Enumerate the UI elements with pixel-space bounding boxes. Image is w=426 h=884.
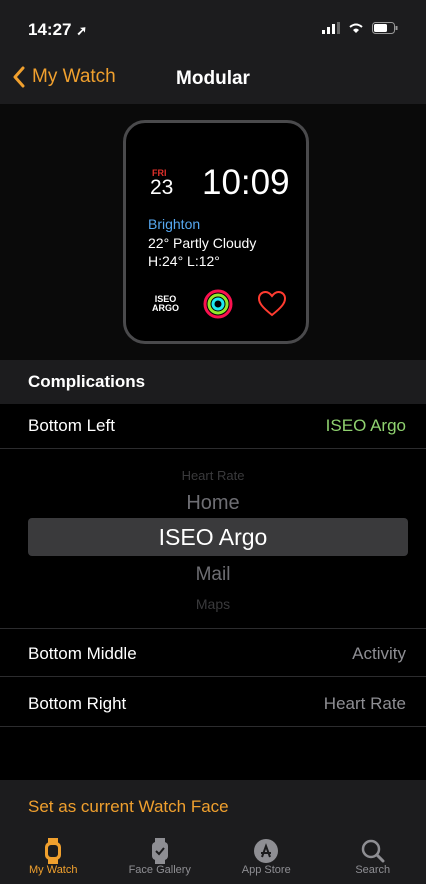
app-store-icon bbox=[254, 839, 279, 863]
picker-option-heart-rate[interactable]: Heart Rate bbox=[0, 468, 426, 483]
bottom-middle-value: Activity bbox=[352, 644, 406, 663]
set-watch-face-button[interactable]: Set as current Watch Face bbox=[0, 780, 426, 828]
tab-search-label: Search bbox=[355, 864, 391, 876]
tab-face-gallery[interactable]: Face Gallery bbox=[107, 828, 214, 884]
iseo-logo-bottom: ARGO bbox=[152, 303, 179, 313]
bottom-right-row[interactable]: Bottom Right Heart Rate bbox=[0, 682, 426, 727]
bottom-left-value: ISEO Argo bbox=[325, 416, 406, 435]
watch-weather: 22° Partly Cloudy bbox=[148, 235, 257, 251]
heart-icon bbox=[257, 290, 287, 317]
iseo-argo-logo: ISEO ARGO bbox=[152, 295, 179, 313]
tab-my-watch[interactable]: My Watch bbox=[0, 828, 107, 884]
bottom-middle-row[interactable]: Bottom Middle Activity bbox=[0, 632, 426, 677]
status-time: 14:27 ➚ bbox=[28, 20, 87, 40]
watch-icon bbox=[45, 838, 62, 864]
watch-face-preview: FRI 23 10:09 Brighton 22° Partly Cloudy … bbox=[123, 120, 309, 344]
tab-app-store[interactable]: App Store bbox=[213, 828, 320, 884]
bottom-right-value: Heart Rate bbox=[323, 694, 406, 713]
picker-option-mail[interactable]: Mail bbox=[0, 564, 426, 586]
battery-icon bbox=[372, 22, 398, 34]
search-icon bbox=[361, 839, 385, 863]
watch-date: 23 bbox=[150, 176, 174, 199]
activity-rings-icon bbox=[203, 289, 233, 319]
bottom-middle-label: Bottom Middle bbox=[28, 644, 137, 663]
watch-hilo: H:24° L:12° bbox=[148, 253, 220, 269]
page-title: Modular bbox=[176, 68, 250, 89]
tab-face-gallery-label: Face Gallery bbox=[128, 864, 191, 876]
bottom-left-row[interactable]: Bottom Left ISEO Argo bbox=[0, 404, 426, 449]
tab-my-watch-label: My Watch bbox=[29, 864, 78, 876]
bottom-right-label: Bottom Right bbox=[28, 694, 127, 713]
watch-complications-row: ISEO ARGO bbox=[152, 289, 287, 319]
complications-title: Complications bbox=[28, 372, 146, 391]
complications-header: Complications bbox=[0, 360, 426, 404]
picker-option-selected[interactable]: ISEO Argo bbox=[0, 524, 426, 551]
set-watch-face-label: Set as current Watch Face bbox=[28, 797, 229, 816]
watch-face-preview-area: FRI 23 10:09 Brighton 22° Partly Cloudy … bbox=[0, 104, 426, 360]
watch-city: Brighton bbox=[148, 216, 201, 232]
tab-bar: My Watch Face Gallery App Store Search bbox=[0, 828, 426, 884]
location-arrow-icon: ➚ bbox=[76, 23, 88, 38]
status-indicators bbox=[322, 22, 398, 34]
face-gallery-icon bbox=[151, 838, 168, 864]
watch-time: 10:09 bbox=[202, 163, 290, 202]
picker-option-home[interactable]: Home bbox=[0, 492, 426, 515]
wifi-icon bbox=[349, 23, 363, 33]
tab-search[interactable]: Search bbox=[320, 828, 426, 884]
picker-option-maps[interactable]: Maps bbox=[0, 596, 426, 612]
signal-icon bbox=[322, 22, 340, 34]
bottom-left-label: Bottom Left bbox=[28, 416, 115, 435]
status-bar: 14:27 ➚ bbox=[0, 0, 426, 50]
status-time-text: 14:27 bbox=[28, 20, 72, 39]
tab-app-store-label: App Store bbox=[241, 864, 291, 876]
navigation-bar: My Watch Modular bbox=[0, 50, 426, 104]
